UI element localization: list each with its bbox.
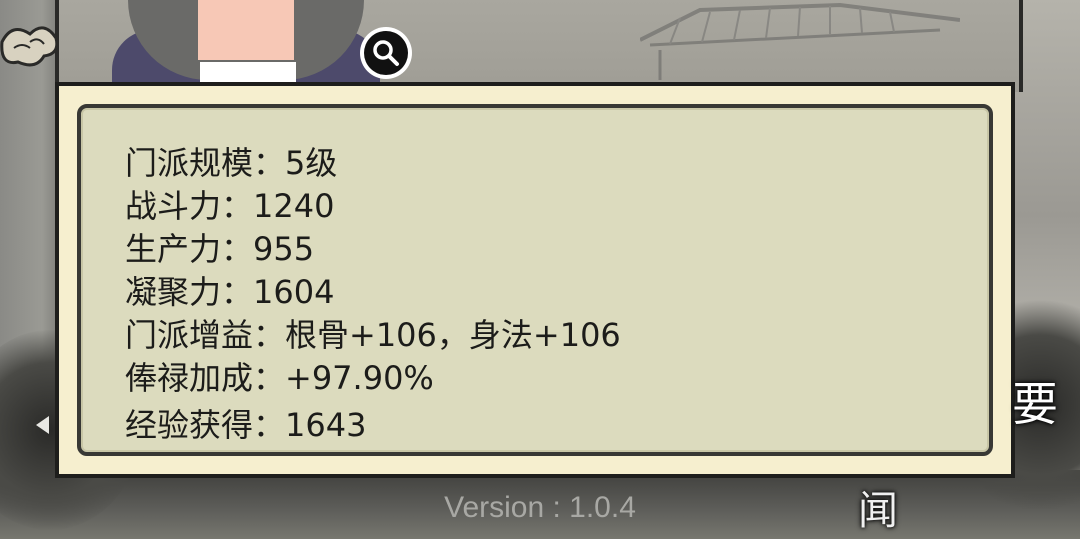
zoom-button[interactable] xyxy=(360,27,412,79)
sect-scale-line: 门派规模：5级 xyxy=(125,144,338,182)
cloud-ornament-icon xyxy=(0,26,59,67)
sect-stats-list: 门派规模：5级 战斗力：1240 生产力：955 凝聚力：1604 门派增益：根… xyxy=(125,142,621,447)
version-label: Version : 1.0.4 xyxy=(444,491,636,524)
character-collar xyxy=(200,62,296,82)
side-menu-label[interactable]: 要 xyxy=(1012,368,1058,434)
sect-info-card: 门派规模：5级 战斗力：1240 生产力：955 凝聚力：1604 门派增益：根… xyxy=(77,104,993,456)
magnifier-icon xyxy=(364,31,408,75)
character-face xyxy=(198,0,294,60)
cohesion-line: 凝聚力：1604 xyxy=(125,273,335,311)
combat-power-line: 战斗力：1240 xyxy=(125,187,335,225)
exp-gain-line: 经验获得：1643 xyxy=(125,406,367,444)
sect-bonus-line: 门派增益：根骨+106，身法+106 xyxy=(125,316,621,354)
pavilion-sketch xyxy=(640,2,960,80)
left-arrow-icon[interactable] xyxy=(36,416,49,434)
productivity-line: 生产力：955 xyxy=(125,230,315,268)
salary-bonus-line: 俸禄加成：+97.90% xyxy=(125,359,434,397)
sect-info-panel: 门派规模：5级 战斗力：1240 生产力：955 凝聚力：1604 门派增益：根… xyxy=(55,82,1015,478)
